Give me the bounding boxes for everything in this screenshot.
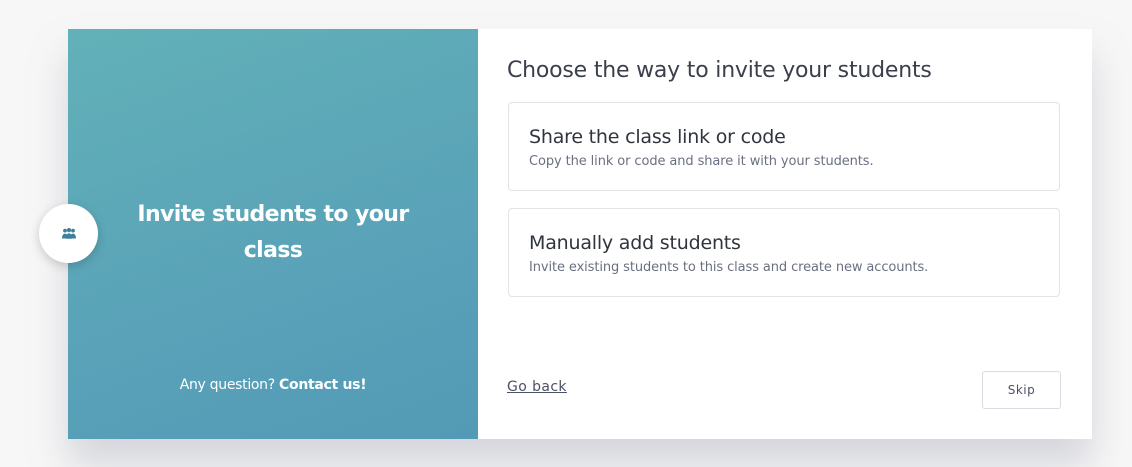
intro-panel: Invite students to your class Any questi… [68,29,478,439]
help-footer: Any question? Contact us! [68,377,478,393]
users-icon [61,227,76,239]
contact-us-link[interactable]: Contact us! [279,377,367,393]
skip-button[interactable]: Skip [982,371,1061,409]
go-back-link[interactable]: Go back [507,379,567,395]
option-title: Share the class link or code [529,126,786,148]
users-icon-badge [39,204,98,263]
invite-students-card: Invite students to your class Any questi… [68,29,1092,439]
share-class-link-option[interactable]: Share the class link or code Copy the li… [508,102,1060,191]
page: Invite students to your class Any questi… [0,0,1132,467]
option-title: Manually add students [529,232,741,254]
option-description: Copy the link or code and share it with … [529,154,874,169]
options-panel: Choose the way to invite your students S… [478,29,1092,439]
page-title: Choose the way to invite your students [507,58,932,83]
option-description: Invite existing students to this class a… [529,260,929,275]
manually-add-students-option[interactable]: Manually add students Invite existing st… [508,208,1060,297]
intro-title: Invite students to your class [137,202,409,263]
help-question-text: Any question? [179,377,276,393]
